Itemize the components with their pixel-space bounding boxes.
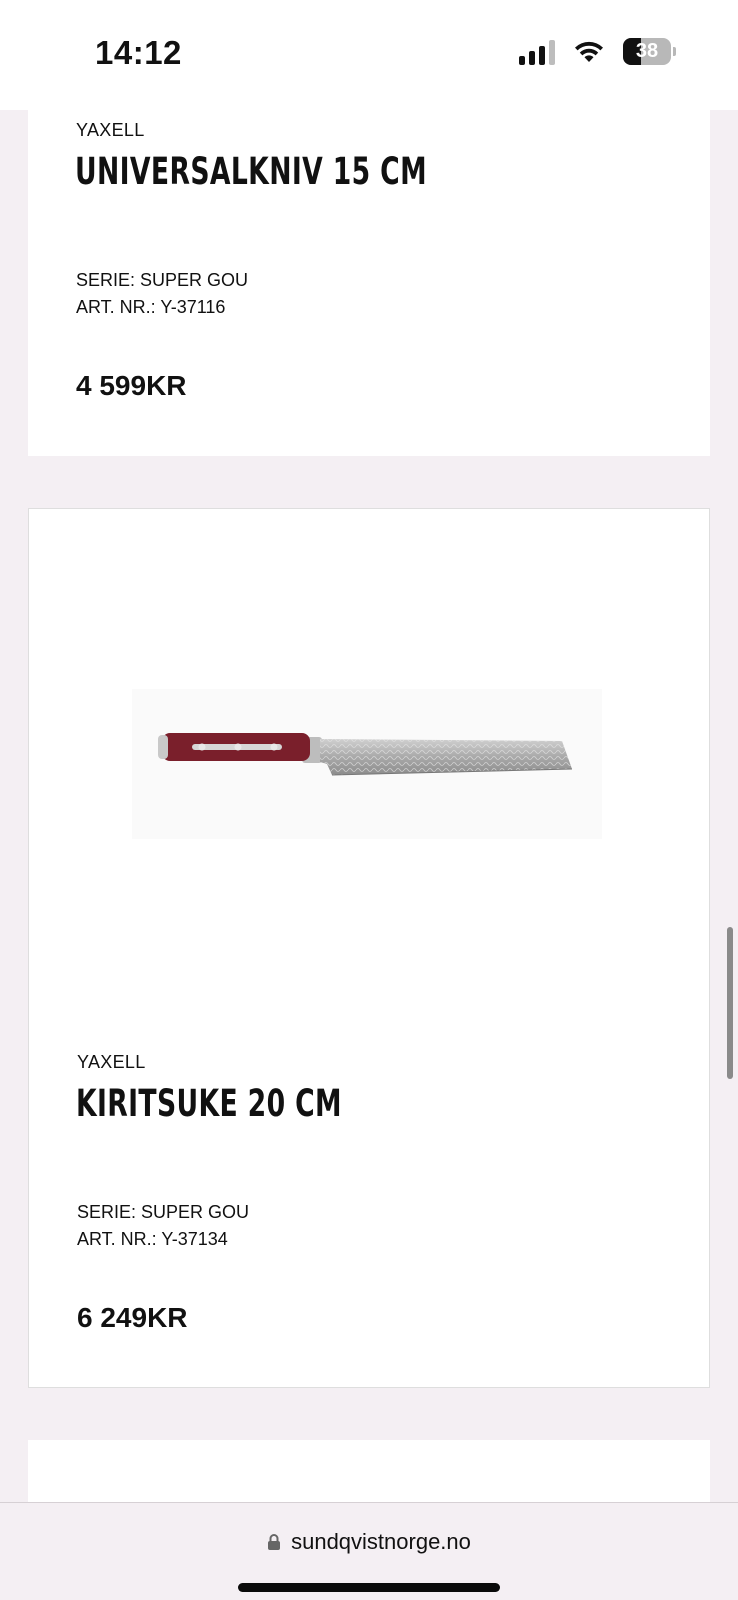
product-price: 6 249KR [77,1302,188,1333]
battery-level: 38 [635,40,659,62]
cellular-signal-icon [519,39,555,65]
product-art-nr: ART. NR.: Y-37134 [77,1229,228,1249]
browser-address-bar[interactable]: sundqvistnorge.no [0,1502,738,1600]
product-brand: YAXELL [76,120,145,140]
product-serie: SERIE: SUPER GOU [76,270,249,290]
product-title[interactable]: KIRITSUKE 20 CM [76,1082,342,1125]
wifi-icon [575,41,603,62]
url-field[interactable]: sundqvistnorge.no [0,1529,738,1555]
product-meta: SERIE: SUPER GOU ART. NR.: Y-37134 [77,1199,249,1253]
scrollbar[interactable] [727,927,733,1079]
product-card[interactable] [28,1440,710,1502]
product-serie: SERIE: SUPER GOU [77,1202,250,1222]
status-icons: 38 [519,38,676,65]
product-title[interactable]: UNIVERSALKNIV 15 CM [75,150,427,193]
status-bar: 14:12 38 [0,0,738,110]
product-price: 4 599KR [76,370,187,401]
home-indicator[interactable] [238,1583,500,1592]
product-meta: SERIE: SUPER GOU ART. NR.: Y-37116 [76,267,248,321]
status-time: 14:12 [95,34,182,71]
product-art-nr: ART. NR.: Y-37116 [76,297,226,317]
battery-icon: 38 [623,38,671,65]
kiritsuke-knife-image[interactable] [132,689,602,839]
lock-icon [268,1534,281,1550]
product-card[interactable]: YAXELL KIRITSUKE 20 CM SERIE: SUPER GOU … [28,508,710,1388]
url-text: sundqvistnorge.no [291,1529,471,1554]
battery-cap [673,47,676,56]
product-card[interactable]: YAXELL UNIVERSALKNIV 15 CM SERIE: SUPER … [28,110,710,456]
knife-illustration [158,733,573,776]
product-brand: YAXELL [77,1052,146,1072]
